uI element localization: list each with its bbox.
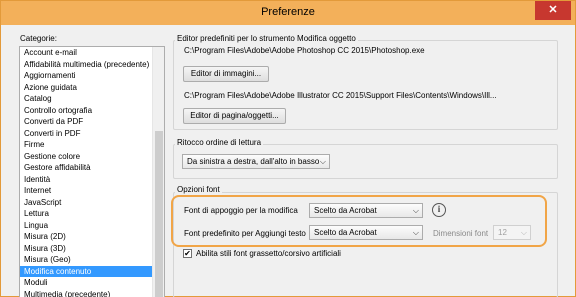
category-item[interactable]: Modifica contenuto bbox=[20, 265, 153, 277]
font-size-value: 12 bbox=[498, 228, 507, 237]
font-size-select[interactable]: 12 ⌵ bbox=[493, 225, 531, 240]
font-size-label: Dimensioni font bbox=[433, 229, 489, 238]
info-icon[interactable]: i bbox=[432, 203, 446, 217]
category-item[interactable]: Moduli bbox=[20, 277, 153, 289]
fallback-font-value: Scelto da Acrobat bbox=[314, 206, 377, 215]
default-font-value: Scelto da Acrobat bbox=[314, 228, 377, 237]
reading-order-select[interactable]: Da sinistra a destra, dall'alto in basso… bbox=[182, 154, 330, 169]
category-item[interactable]: Lingua bbox=[20, 220, 153, 232]
page-editor-button[interactable]: Editor di pagina/oggetti... bbox=[183, 108, 286, 124]
chevron-down-icon: ⌵ bbox=[412, 228, 419, 237]
category-item[interactable]: Firme bbox=[20, 139, 153, 151]
category-item[interactable]: Account e-mail bbox=[20, 47, 153, 59]
scrollbar-thumb[interactable] bbox=[155, 131, 163, 297]
fallback-font-label: Font di appoggio per la modifica bbox=[184, 206, 298, 215]
category-item[interactable]: JavaScript bbox=[20, 197, 153, 209]
category-item[interactable]: Misura (Geo) bbox=[20, 254, 153, 266]
categories-list[interactable]: Account e-mail Affidabilità multimedia (p… bbox=[19, 46, 165, 297]
title-bar: Preferenze ✕ bbox=[1, 1, 575, 25]
image-editor-button[interactable]: Editor di immagini... bbox=[183, 66, 269, 82]
reading-order-value: Da sinistra a destra, dall'alto in basso bbox=[187, 157, 320, 166]
category-item[interactable]: Identità bbox=[20, 174, 153, 186]
image-editor-path: C:\Program Files\Adobe\Adobe Photoshop C… bbox=[184, 46, 425, 55]
window-title: Preferenze bbox=[261, 6, 315, 18]
categories-items: Account e-mail Affidabilità multimedia (p… bbox=[20, 47, 153, 297]
categories-label: Categorie: bbox=[20, 34, 57, 43]
bold-italic-label: Abilita stili font grassetto/corsivo art… bbox=[196, 249, 341, 258]
category-item[interactable]: Internet bbox=[20, 185, 153, 197]
category-item[interactable]: Converti in PDF bbox=[20, 128, 153, 140]
chevron-down-icon: ⌵ bbox=[412, 206, 419, 215]
category-item[interactable]: Aggiornamenti bbox=[20, 70, 153, 82]
page-editor-path: C:\Program Files\Adobe\Adobe Illustrator… bbox=[184, 91, 497, 100]
editor-group-label: Editor predefiniti per lo strumento Modi… bbox=[175, 34, 358, 43]
category-item[interactable]: Controllo ortografia bbox=[20, 105, 153, 117]
font-group-label: Opzioni font bbox=[175, 185, 222, 194]
default-font-select[interactable]: Scelto da Acrobat ⌵ bbox=[309, 225, 423, 240]
category-item[interactable]: Lettura bbox=[20, 208, 153, 220]
category-item[interactable]: Azione guidata bbox=[20, 82, 153, 94]
category-item[interactable]: Multimedia (precedente) bbox=[20, 289, 153, 297]
chevron-down-icon: ⌵ bbox=[520, 228, 527, 237]
category-item[interactable]: Affidabilità multimedia (precedente) bbox=[20, 59, 153, 71]
fallback-font-select[interactable]: Scelto da Acrobat ⌵ bbox=[309, 203, 423, 218]
chevron-down-icon: ⌵ bbox=[319, 157, 326, 166]
close-button[interactable]: ✕ bbox=[535, 1, 571, 20]
category-item[interactable]: Gestore affidabilità bbox=[20, 162, 153, 174]
category-item[interactable]: Gestione colore bbox=[20, 151, 153, 163]
category-item[interactable]: Catalog bbox=[20, 93, 153, 105]
preferences-window: Preferenze ✕ Categorie: Account e-mail Af… bbox=[0, 0, 576, 297]
categories-scrollbar[interactable] bbox=[152, 47, 164, 297]
reading-group-label: Ritocco ordine di lettura bbox=[175, 138, 264, 147]
category-item[interactable]: Converti da PDF bbox=[20, 116, 153, 128]
category-item[interactable]: Misura (2D) bbox=[20, 231, 153, 243]
bold-italic-checkbox[interactable]: ✔ bbox=[183, 249, 192, 258]
category-item[interactable]: Misura (3D) bbox=[20, 243, 153, 255]
default-font-label: Font predefinito per Aggiungi testo bbox=[184, 229, 306, 238]
